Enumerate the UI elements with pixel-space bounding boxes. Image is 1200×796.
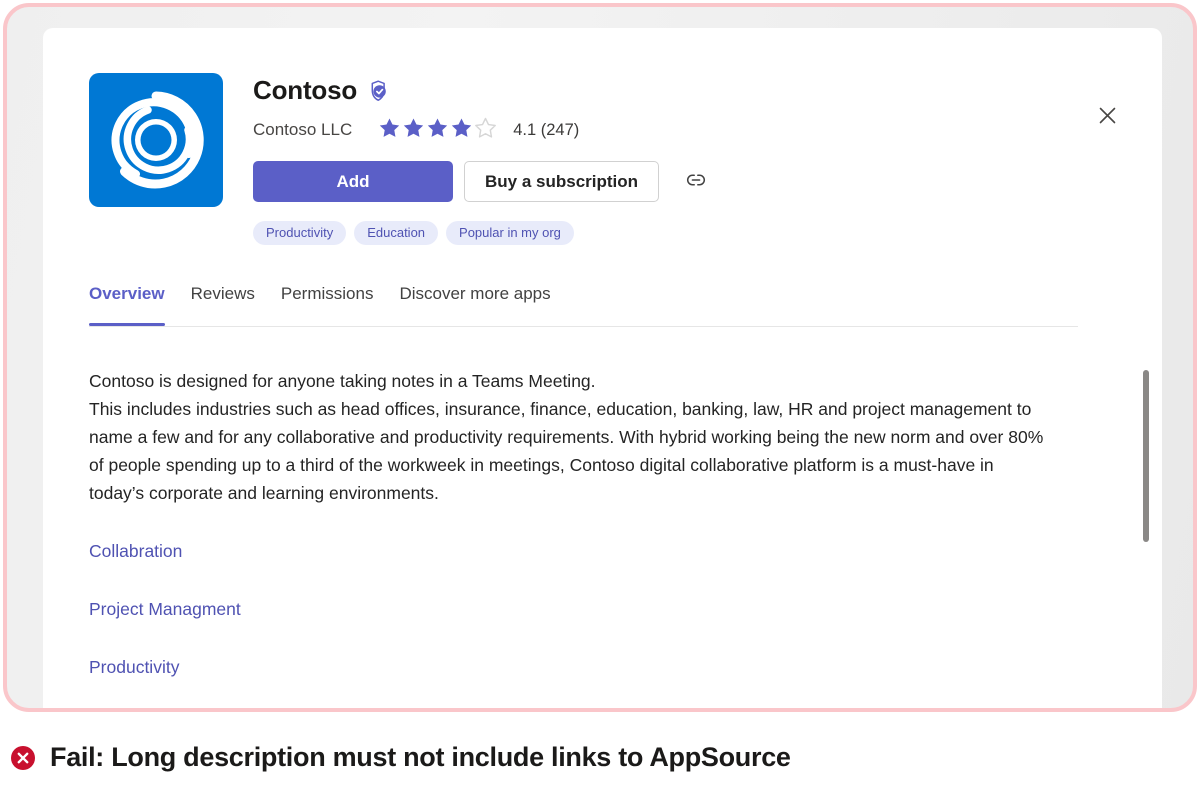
- star-filled-icon: [402, 116, 425, 144]
- publisher-name: Contoso LLC: [253, 120, 352, 140]
- app-header: Contoso Contoso LLC: [43, 28, 1162, 245]
- publisher-rating-row: Contoso LLC: [253, 118, 1102, 142]
- tab-divider: [89, 326, 1078, 327]
- overview-panel: Contoso is designed for anyone taking no…: [43, 367, 1162, 678]
- scrollbar-thumb[interactable]: [1143, 370, 1149, 542]
- tab-reviews[interactable]: Reviews: [191, 284, 255, 326]
- app-tag-productivity[interactable]: Productivity: [253, 221, 346, 245]
- description-link-productivity[interactable]: Productivity: [89, 657, 179, 678]
- error-circle-icon: [10, 745, 36, 771]
- app-detail-card: Contoso Contoso LLC: [43, 28, 1162, 712]
- link-icon: [684, 168, 708, 195]
- description-link-list: Collabration Project Managment Productiv…: [89, 541, 1116, 678]
- page-title: Contoso: [253, 75, 357, 106]
- scrollbar[interactable]: [1142, 367, 1150, 707]
- validation-result-banner: Fail: Long description must not include …: [10, 742, 791, 773]
- app-tag-list: Productivity Education Popular in my org: [253, 221, 1102, 245]
- copy-link-button[interactable]: [679, 165, 713, 199]
- contoso-spiral-logo-icon: [89, 73, 223, 207]
- app-tag-education[interactable]: Education: [354, 221, 438, 245]
- add-button[interactable]: Add: [253, 161, 453, 202]
- app-tag-popular-in-my-org[interactable]: Popular in my org: [446, 221, 574, 245]
- buy-subscription-button[interactable]: Buy a subscription: [464, 161, 659, 202]
- tab-bar: Overview Reviews Permissions Discover mo…: [89, 284, 1162, 327]
- validation-message: Fail: Long description must not include …: [50, 742, 791, 773]
- star-filled-icon: [378, 116, 401, 144]
- app-header-details: Contoso Contoso LLC: [253, 73, 1162, 245]
- star-filled-icon: [450, 116, 473, 144]
- star-filled-icon: [426, 116, 449, 144]
- star-empty-icon: [474, 116, 497, 144]
- app-title-row: Contoso: [253, 73, 1102, 107]
- validation-frame: Contoso Contoso LLC: [3, 3, 1197, 712]
- tab-list: Overview Reviews Permissions Discover mo…: [89, 284, 1116, 326]
- close-icon: [1098, 106, 1117, 128]
- action-button-row: Add Buy a subscription: [253, 161, 1102, 202]
- app-long-description: Contoso is designed for anyone taking no…: [89, 367, 1044, 507]
- tab-permissions[interactable]: Permissions: [281, 284, 374, 326]
- tab-overview[interactable]: Overview: [89, 284, 165, 326]
- description-link-collabration[interactable]: Collabration: [89, 541, 182, 562]
- rating-value-label: 4.1 (247): [513, 121, 579, 140]
- rating-stars: [378, 116, 497, 144]
- close-button[interactable]: [1090, 100, 1124, 134]
- verified-shield-icon: [368, 80, 389, 102]
- tab-discover-more-apps[interactable]: Discover more apps: [399, 284, 550, 326]
- description-link-project-managment[interactable]: Project Managment: [89, 599, 241, 620]
